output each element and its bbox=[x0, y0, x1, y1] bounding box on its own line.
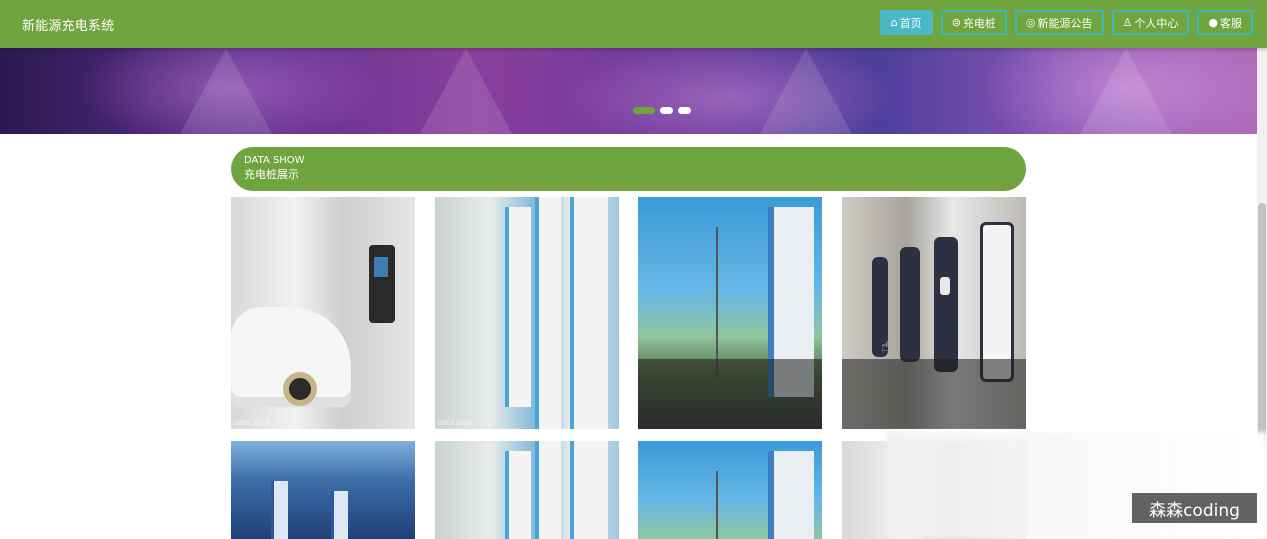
charger-screen-shape bbox=[374, 257, 388, 277]
charging-post-shape bbox=[535, 441, 561, 539]
charging-post-shape bbox=[505, 451, 531, 539]
banner-carousel[interactable] bbox=[0, 48, 1257, 134]
user-icon: ♙ bbox=[1122, 16, 1133, 29]
nav-home-button[interactable]: ⌂ 首页 bbox=[879, 10, 933, 35]
home-icon: ⌂ bbox=[890, 16, 898, 29]
wheel-shape bbox=[283, 372, 317, 406]
nav-profile-button[interactable]: ♙ 个人中心 bbox=[1111, 10, 1190, 35]
charging-post-shape bbox=[768, 451, 814, 539]
banner-triangle bbox=[420, 48, 512, 134]
main-nav: ⌂ 首页 ⊜ 充电桩 ◎ 新能源公告 ♙ 个人中心 ● 客服 bbox=[879, 10, 1253, 35]
service-icon: ● bbox=[1208, 16, 1218, 29]
scrollbar-thumb[interactable] bbox=[1258, 203, 1266, 443]
charging-post-shape bbox=[505, 207, 531, 407]
charging-post-shape bbox=[271, 481, 288, 539]
banner-triangle bbox=[760, 48, 852, 134]
nav-service-button[interactable]: ● 客服 bbox=[1197, 10, 1253, 35]
charging-post-shape bbox=[535, 197, 561, 429]
image-watermark: DBEX Stock bbox=[438, 420, 474, 427]
carousel-dot[interactable] bbox=[660, 107, 673, 114]
banner-triangle bbox=[1080, 48, 1172, 134]
notice-icon: ◎ bbox=[1025, 16, 1036, 29]
card-caption-overlay bbox=[842, 359, 1026, 429]
nav-charger-button[interactable]: ⊜ 充电桩 bbox=[940, 10, 1007, 35]
charger-card[interactable]: DBEX Stock bbox=[231, 197, 415, 429]
charger-pillar-shape bbox=[900, 247, 920, 362]
section-title-cn: 充电桩展示 bbox=[244, 168, 299, 181]
section-header: DATA SHOW 充电桩展示 bbox=[231, 147, 1026, 191]
section-title-en: DATA SHOW bbox=[244, 155, 305, 166]
carousel-dot[interactable] bbox=[678, 107, 691, 114]
charger-card[interactable] bbox=[231, 441, 415, 539]
charger-card[interactable]: DBEX Stock bbox=[435, 197, 619, 429]
nav-service-label: 客服 bbox=[1220, 16, 1242, 30]
charger-icon: ⊜ bbox=[951, 16, 961, 29]
hand-cursor-icon: ☝ bbox=[881, 339, 890, 355]
nav-profile-label: 个人中心 bbox=[1134, 16, 1179, 30]
video-watermark: 森森coding bbox=[1132, 493, 1257, 523]
charger-pillar-shape bbox=[934, 237, 958, 372]
nav-notice-button[interactable]: ◎ 新能源公告 bbox=[1014, 10, 1104, 35]
carousel-dot[interactable] bbox=[633, 107, 655, 114]
charger-card[interactable] bbox=[638, 197, 822, 429]
top-navbar: 新能源充电系统 ⌂ 首页 ⊜ 充电桩 ◎ 新能源公告 ♙ 个人中心 ● 客服 bbox=[0, 0, 1267, 48]
charging-post-shape bbox=[570, 197, 608, 429]
nav-home-label: 首页 bbox=[899, 16, 922, 30]
card-caption-overlay bbox=[638, 359, 822, 429]
nav-notice-label: 新能源公告 bbox=[1037, 16, 1093, 30]
lamp-pole-shape bbox=[716, 471, 718, 539]
charging-post-shape bbox=[331, 491, 348, 539]
charger-card[interactable] bbox=[842, 197, 1026, 429]
lamp-pole-shape bbox=[716, 227, 718, 377]
banner-triangle bbox=[180, 48, 272, 134]
image-watermark: DBEX Stock bbox=[234, 420, 270, 427]
charger-pillar-shape bbox=[980, 222, 1014, 382]
charging-post-shape bbox=[570, 441, 608, 539]
app-title[interactable]: 新能源充电系统 bbox=[22, 15, 114, 34]
charger-card[interactable] bbox=[435, 441, 619, 539]
carousel-indicators bbox=[633, 107, 691, 114]
nav-charger-label: 充电桩 bbox=[962, 16, 996, 30]
charger-card[interactable] bbox=[638, 441, 822, 539]
